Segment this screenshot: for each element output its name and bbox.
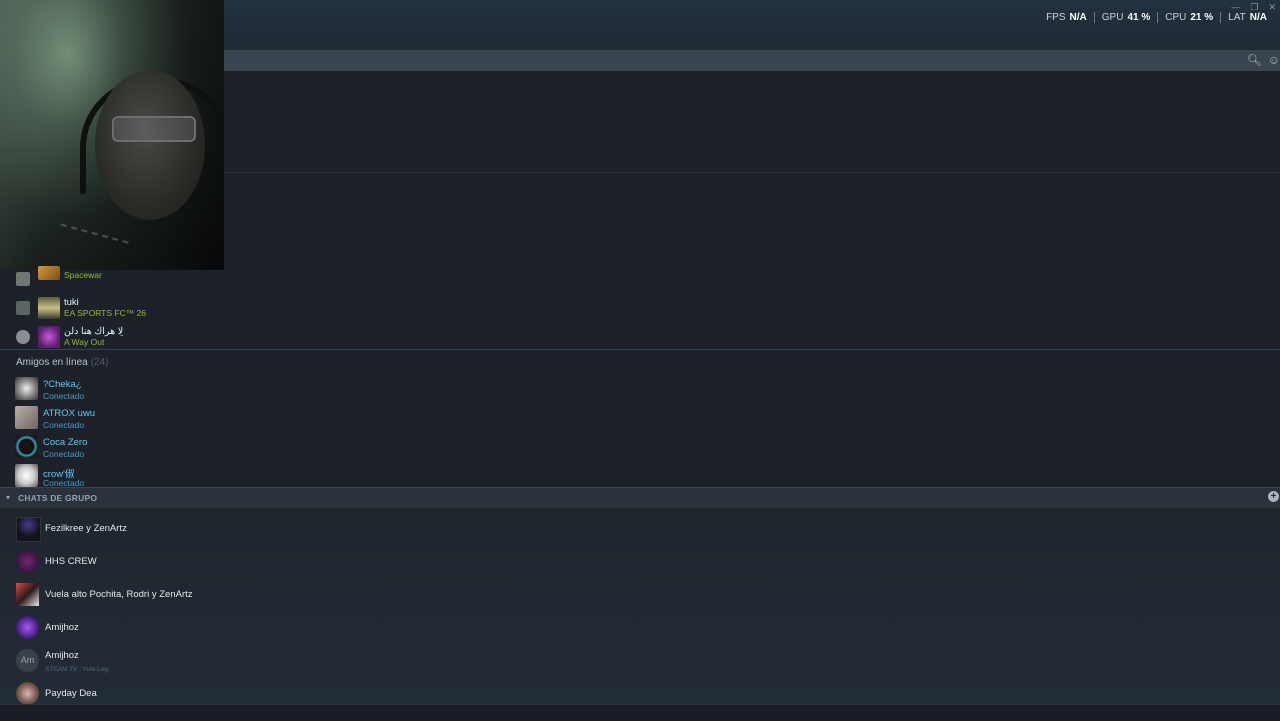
- in-game-friends: Spacewar tuki EA SPORTS FC™ 26 لِا هراك …: [14, 266, 234, 353]
- avatar: [15, 464, 38, 487]
- game-icon: [16, 301, 30, 315]
- group-name: HHS CREW: [45, 556, 97, 567]
- friend-game: EA SPORTS FC™ 26: [64, 308, 147, 318]
- group-avatar: Am: [16, 649, 39, 672]
- chevron-down-icon[interactable]: ▾: [6, 493, 10, 502]
- friend-name: لِا هراك هنا دلن: [64, 326, 124, 337]
- group-chats-list: Fezilkree y ZenArtz HHS CREW Vuela alto …: [0, 508, 1280, 705]
- friend-name: ATROX uwu: [43, 408, 96, 419]
- group-avatar: [16, 583, 39, 606]
- webcam-person: [95, 70, 205, 220]
- friend-game: A Way Out: [64, 337, 105, 347]
- perf-fps: FPS N/A: [1046, 12, 1087, 23]
- friend-status: Conectado: [43, 449, 85, 459]
- bottom-strip: [0, 704, 1280, 721]
- group-name: Payday Dea: [45, 688, 97, 699]
- friend-name: Coca Zero: [43, 437, 88, 448]
- add-group-chat-icon[interactable]: +: [1268, 491, 1279, 502]
- friend-row[interactable]: ATROX uwu Conectado: [14, 405, 254, 434]
- group-chats-header[interactable]: ▾ CHATS DE GRUPO +: [0, 487, 1280, 509]
- search-icon[interactable]: 🔍︎: [1247, 53, 1262, 67]
- group-activity: STEAM TV : Yule Log: [45, 666, 108, 673]
- group-avatar: [16, 517, 41, 542]
- group-avatar: [16, 616, 39, 639]
- divider: [224, 172, 1280, 173]
- friend-status: Conectado: [43, 478, 85, 487]
- webcam-glasses: [112, 116, 196, 142]
- avatar: [15, 435, 38, 458]
- add-friend-icon[interactable]: ☺: [1268, 53, 1280, 67]
- performance-overlay: FPS N/A GPU 41 % CPU 21 % LAT N/A: [1039, 12, 1274, 23]
- avatar: [15, 377, 38, 400]
- friend-status: Conectado: [43, 420, 85, 430]
- avatar: [15, 406, 38, 429]
- group-name: Amijhoz: [45, 650, 79, 661]
- group-avatar: [16, 682, 39, 705]
- online-friends-header[interactable]: Amigos en línea (24): [16, 357, 109, 368]
- online-friends-list: ?Cheka¿ Conectado ATROX uwu Conectado Co…: [14, 376, 254, 487]
- avatar: [38, 266, 60, 280]
- group-name: Vuela alto Pochita, Rodri y ZenArtz: [45, 589, 193, 600]
- friend-row[interactable]: crow'俶 Conectado: [14, 463, 254, 487]
- avatar: [38, 297, 60, 319]
- friend-game: Spacewar: [64, 270, 102, 280]
- friend-status: Conectado: [43, 391, 85, 401]
- perf-lat: LAT N/A: [1220, 12, 1274, 23]
- friend-name: ?Cheka¿: [43, 379, 82, 390]
- webcam-overlay: [0, 0, 224, 270]
- group-name: Fezilkree y ZenArtz: [45, 523, 127, 534]
- friend-row[interactable]: Coca Zero Conectado: [14, 434, 254, 463]
- group-avatar: [16, 550, 39, 573]
- friend-row[interactable]: ?Cheka¿ Conectado: [14, 376, 254, 405]
- perf-gpu: GPU 41 %: [1093, 12, 1157, 23]
- perf-cpu: CPU 21 %: [1157, 12, 1220, 23]
- section-divider: [0, 349, 1280, 350]
- group-name: Amijhoz: [45, 622, 79, 633]
- game-icon: [16, 272, 30, 286]
- friend-row-ingame[interactable]: Spacewar: [14, 266, 234, 295]
- avatar: [38, 326, 60, 348]
- game-icon: [16, 330, 30, 344]
- friend-row-ingame[interactable]: tuki EA SPORTS FC™ 26: [14, 295, 234, 324]
- friend-name: tuki: [64, 297, 79, 308]
